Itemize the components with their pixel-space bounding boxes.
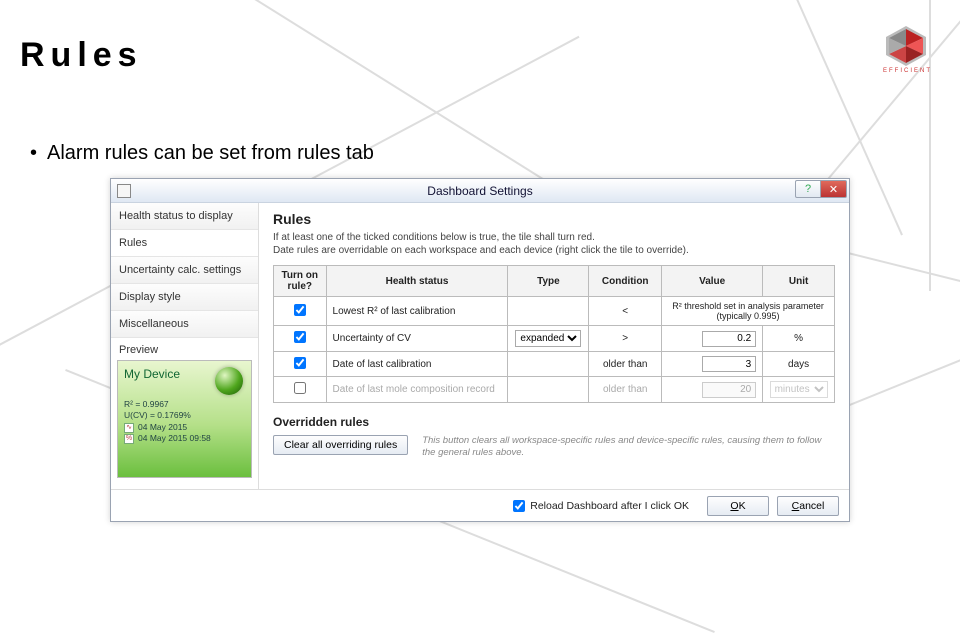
close-icon: ✕ — [829, 183, 838, 196]
sidebar-item-rules[interactable]: Rules — [111, 230, 258, 257]
window-title: Dashboard Settings — [427, 184, 532, 198]
col-value: Value — [662, 266, 763, 297]
rule-value-input[interactable] — [702, 331, 756, 347]
rule-condition: older than — [589, 377, 662, 403]
titlebar[interactable]: Dashboard Settings ? ✕ — [111, 179, 849, 203]
preview-heading: Preview — [111, 338, 258, 358]
rule-unit: days — [763, 352, 835, 377]
rule-condition: > — [589, 326, 662, 352]
preview-r2: R² = 0.9967 — [124, 399, 245, 410]
rule-unit-select[interactable]: minutes — [770, 381, 828, 398]
table-row: Date of last calibration older than days — [274, 352, 835, 377]
reload-checkbox[interactable] — [513, 500, 525, 512]
rule-condition: < — [589, 297, 662, 326]
percent-icon: % — [124, 434, 134, 444]
rules-desc-2: Date rules are overridable on each works… — [273, 244, 835, 257]
brand-label: EFFICIENT — [883, 68, 932, 74]
sidebar-item-display-style[interactable]: Display style — [111, 284, 258, 311]
sidebar-item-label: Rules — [119, 237, 147, 249]
overridden-heading: Overridden rules — [273, 415, 835, 429]
sidebar-item-uncertainty[interactable]: Uncertainty calc. settings — [111, 257, 258, 284]
sidebar-item-label: Health status to display — [119, 210, 233, 222]
table-row: Date of last mole composition record old… — [274, 377, 835, 403]
rule-enable-checkbox[interactable] — [294, 357, 306, 369]
rule-health: Date of last calibration — [326, 352, 508, 377]
sidebar-item-label: Miscellaneous — [119, 318, 189, 330]
rule-enable-checkbox[interactable] — [294, 382, 306, 394]
sidebar: Health status to display Rules Uncertain… — [111, 203, 259, 489]
dialog-footer: Reload Dashboard after I click OK OK Can… — [111, 489, 849, 521]
ok-button[interactable]: OK — [707, 496, 769, 516]
dashboard-settings-window: Dashboard Settings ? ✕ Health status to … — [110, 178, 850, 522]
col-condition: Condition — [589, 266, 662, 297]
rule-value-input[interactable] — [702, 382, 756, 398]
close-button[interactable]: ✕ — [821, 180, 847, 198]
help-icon: ? — [805, 183, 811, 195]
trend-icon: ∿ — [124, 423, 134, 433]
preview-date1: 04 May 2015 — [138, 422, 187, 433]
rule-condition: older than — [589, 352, 662, 377]
rule-health: Uncertainty of CV — [326, 326, 508, 352]
rule-health: Date of last mole composition record — [326, 377, 508, 403]
slide-title: Rules — [20, 36, 143, 75]
preview-tile: My Device R² = 0.9967 U(CV) = 0.1769% ∿0… — [117, 360, 252, 478]
rule-enable-checkbox[interactable] — [294, 331, 306, 343]
rule-health: Lowest R² of last calibration — [326, 297, 508, 326]
main-panel: Rules If at least one of the ticked cond… — [259, 203, 849, 489]
bullet-dot-icon: • — [30, 142, 37, 164]
reload-checkbox-row[interactable]: Reload Dashboard after I click OK — [513, 500, 689, 512]
rule-unit: % — [763, 326, 835, 352]
slide-bullet: • Alarm rules can be set from rules tab — [30, 142, 374, 165]
col-type: Type — [508, 266, 589, 297]
preview-date2: 04 May 2015 09:58 — [138, 433, 211, 444]
rules-heading: Rules — [273, 211, 835, 227]
help-button[interactable]: ? — [795, 180, 821, 198]
sidebar-item-label: Uncertainty calc. settings — [119, 264, 241, 276]
reload-label: Reload Dashboard after I click OK — [530, 500, 689, 512]
sidebar-item-label: Display style — [119, 291, 181, 303]
rule-value-input[interactable] — [702, 356, 756, 372]
cancel-button[interactable]: Cancel — [777, 496, 839, 516]
col-health: Health status — [326, 266, 508, 297]
preview-ucv: U(CV) = 0.1769% — [124, 410, 245, 421]
col-unit: Unit — [763, 266, 835, 297]
rule-value-note: R² threshold set in analysis parameter (… — [662, 297, 835, 326]
col-turn-on: Turn on rule? — [274, 266, 327, 297]
clear-overriding-button[interactable]: Clear all overriding rules — [273, 435, 408, 455]
rule-enable-checkbox[interactable] — [294, 304, 306, 316]
table-row: Uncertainty of CV expanded > % — [274, 326, 835, 352]
table-row: Lowest R² of last calibration < R² thres… — [274, 297, 835, 326]
slide-bullet-text: Alarm rules can be set from rules tab — [47, 142, 374, 164]
status-orb-icon — [215, 367, 243, 395]
rules-desc-1: If at least one of the ticked conditions… — [273, 231, 835, 244]
sidebar-item-miscellaneous[interactable]: Miscellaneous — [111, 311, 258, 338]
sidebar-item-health-status[interactable]: Health status to display — [111, 203, 258, 230]
window-icon — [117, 184, 131, 198]
rule-type-select[interactable]: expanded — [515, 330, 581, 347]
clear-hint: This button clears all workspace-specifi… — [422, 435, 835, 459]
rules-table: Turn on rule? Health status Type Conditi… — [273, 265, 835, 403]
brand-logo: EFFICIENT — [883, 26, 932, 74]
